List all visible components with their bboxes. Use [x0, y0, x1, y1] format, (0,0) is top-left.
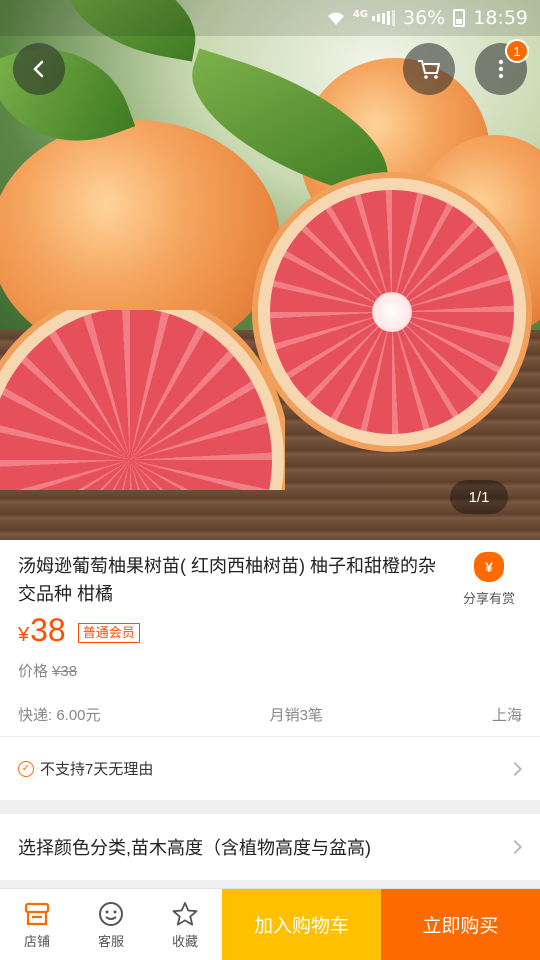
original-price: ¥38 [52, 663, 78, 680]
shipping-fee: 快递: 6.00元 [18, 707, 101, 724]
product-image-gallery[interactable] [0, 0, 540, 540]
customer-service-label: 客服 [97, 933, 124, 949]
money-bag-icon: ¥ [474, 552, 504, 582]
original-price-label: 价格 [18, 663, 49, 680]
chevron-left-icon [33, 60, 44, 78]
image-pager: 1/1 [450, 480, 508, 514]
more-vertical-icon [498, 59, 504, 79]
battery-percent: 36% [403, 7, 446, 29]
chevron-right-icon [507, 761, 523, 776]
product-title: 汤姆逊葡萄柚果树苗( 红肉西柚树苗) 柚子和甜橙的杂交品种 柑橘 [18, 556, 436, 604]
share-label: 分享有赏 [462, 591, 515, 606]
wifi-icon [327, 10, 345, 26]
monthly-sales: 月销3笔 [269, 707, 323, 724]
member-tag: 普通会员 [77, 623, 140, 643]
signal-icon [372, 10, 395, 26]
chat-face-icon [99, 901, 123, 926]
more-button[interactable]: 1 [475, 39, 529, 95]
service-text: 不支持7天无理由 [40, 761, 154, 778]
ship-from-location: 上海 [491, 707, 522, 724]
notification-badge: 1 [505, 39, 529, 63]
product-meta-row: 快递: 6.00元 月销3笔 上海 [18, 704, 522, 725]
star-icon [172, 901, 198, 925]
battery-icon [453, 9, 466, 27]
network-type: 4G [352, 8, 368, 20]
sku-selector-text: 选择颜色分类,苗木高度（含植物高度与盆高) [18, 838, 371, 858]
favorite-button[interactable]: 收藏 [148, 889, 222, 960]
image-grapefruit-wedge [0, 310, 285, 490]
product-detail-screen: 4G 36% 18:59 1 1/1 汤姆逊葡萄柚果树苗( 红肉西柚树苗) 柚子… [0, 0, 540, 960]
current-price: 38 [30, 612, 66, 648]
original-price-row: 价格 ¥38 [18, 660, 77, 681]
sku-selector-row[interactable]: 选择颜色分类,苗木高度（含植物高度与盆高) [0, 814, 540, 880]
store-button[interactable]: 店铺 [0, 889, 74, 960]
status-bar: 4G 36% 18:59 [0, 0, 540, 36]
customer-service-button[interactable]: 客服 [74, 889, 148, 960]
currency-symbol: ¥ [18, 624, 30, 646]
share-reward-button[interactable]: ¥ 分享有赏 [454, 552, 524, 607]
service-guarantee-row[interactable]: ✓ 不支持7天无理由 [0, 736, 540, 800]
back-button[interactable] [13, 43, 65, 95]
cart-icon [418, 60, 440, 79]
image-grapefruit-half [252, 172, 532, 452]
favorite-label: 收藏 [171, 933, 198, 949]
bottom-action-bar: 店铺 客服 收藏 加入购物车 立即购买 [0, 888, 540, 960]
add-to-cart-button[interactable]: 加入购物车 [222, 889, 381, 960]
price-row: ¥ 38 普通会员 [18, 612, 140, 649]
chevron-right-icon [507, 839, 523, 855]
clock: 18:59 [473, 7, 528, 29]
check-circle-icon: ✓ [18, 760, 34, 777]
cart-button[interactable] [403, 43, 455, 95]
buy-now-button[interactable]: 立即购买 [381, 889, 540, 960]
store-label: 店铺 [23, 933, 50, 949]
product-info-panel: 汤姆逊葡萄柚果树苗( 红肉西柚树苗) 柚子和甜橙的杂交品种 柑橘 ¥ 分享有赏 … [0, 540, 540, 736]
store-icon [24, 902, 50, 925]
